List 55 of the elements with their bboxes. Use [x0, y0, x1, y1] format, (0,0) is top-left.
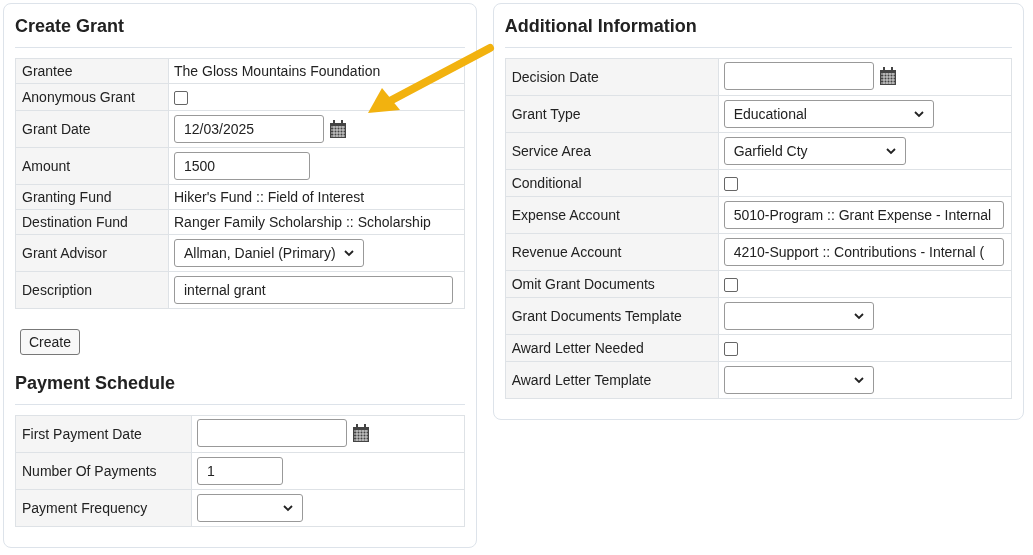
field-label: Description — [15, 271, 169, 309]
field-label: Anonymous Grant — [15, 83, 169, 111]
caret-icon — [885, 147, 896, 155]
caret-icon — [853, 376, 864, 384]
date-field[interactable] — [197, 418, 347, 447]
input-field[interactable]: 1500 — [174, 152, 310, 180]
section-title: Additional Information — [504, 14, 1012, 48]
checkbox[interactable] — [723, 342, 738, 357]
checkbox[interactable] — [174, 91, 188, 106]
caret-icon — [283, 504, 293, 512]
select-field[interactable]: Educational — [723, 100, 934, 128]
input-field[interactable]: 1 — [197, 457, 283, 485]
field-label: Revenue Account — [505, 233, 719, 271]
calendar-icon[interactable] — [352, 422, 370, 443]
caret-icon — [853, 312, 864, 320]
input-field[interactable]: 5010-Program :: Grant Expense - Internal — [723, 201, 1004, 229]
field-value: Ranger Family Scholarship :: Scholarship — [174, 214, 431, 230]
field-label: Award Letter Needed — [505, 334, 719, 362]
field-label: Grantee — [15, 58, 169, 84]
select-field[interactable]: Allman, Daniel (Primary) — [174, 239, 364, 267]
select-field[interactable] — [723, 302, 874, 330]
field-label: Amount — [15, 147, 169, 185]
caret-icon — [344, 249, 354, 257]
field-label: Payment Frequency — [15, 489, 192, 527]
select-field[interactable] — [723, 366, 874, 394]
checkbox[interactable] — [723, 177, 738, 192]
field-label: Grant Advisor — [15, 234, 169, 272]
field-value: Hiker's Fund :: Field of Interest — [174, 189, 365, 205]
field-value: The Gloss Mountains Foundation — [174, 63, 381, 79]
field-label: Granting Fund — [15, 184, 169, 210]
field-label: Service Area — [505, 132, 719, 170]
date-field[interactable]: 12/03/2025 — [174, 115, 324, 143]
field-label: Conditional — [505, 169, 719, 197]
field-label: Grant Date — [15, 110, 169, 148]
field-label: Grant Documents Template — [505, 297, 719, 335]
section-title: Payment Schedule — [15, 371, 465, 405]
checkbox[interactable] — [723, 278, 738, 293]
field-label: Grant Type — [505, 95, 719, 133]
field-label: Expense Account — [505, 196, 719, 234]
input-field[interactable]: internal grant — [174, 276, 453, 304]
field-label: First Payment Date — [15, 415, 192, 453]
calendar-icon[interactable] — [878, 65, 897, 86]
caret-icon — [913, 110, 924, 118]
field-label: Destination Fund — [15, 209, 169, 235]
select-field[interactable] — [197, 494, 303, 522]
create-button[interactable]: Create — [20, 329, 81, 355]
section-title: Create Grant — [15, 14, 465, 48]
field-label: Omit Grant Documents — [505, 270, 719, 298]
select-field[interactable]: Garfield Cty — [723, 137, 906, 165]
field-label: Number Of Payments — [15, 452, 192, 490]
date-field[interactable] — [723, 61, 874, 90]
input-field[interactable]: 4210-Support :: Contributions - Internal ( — [723, 238, 1004, 266]
field-label: Award Letter Template — [505, 361, 719, 399]
field-label: Decision Date — [505, 58, 719, 96]
calendar-icon[interactable] — [329, 119, 347, 139]
